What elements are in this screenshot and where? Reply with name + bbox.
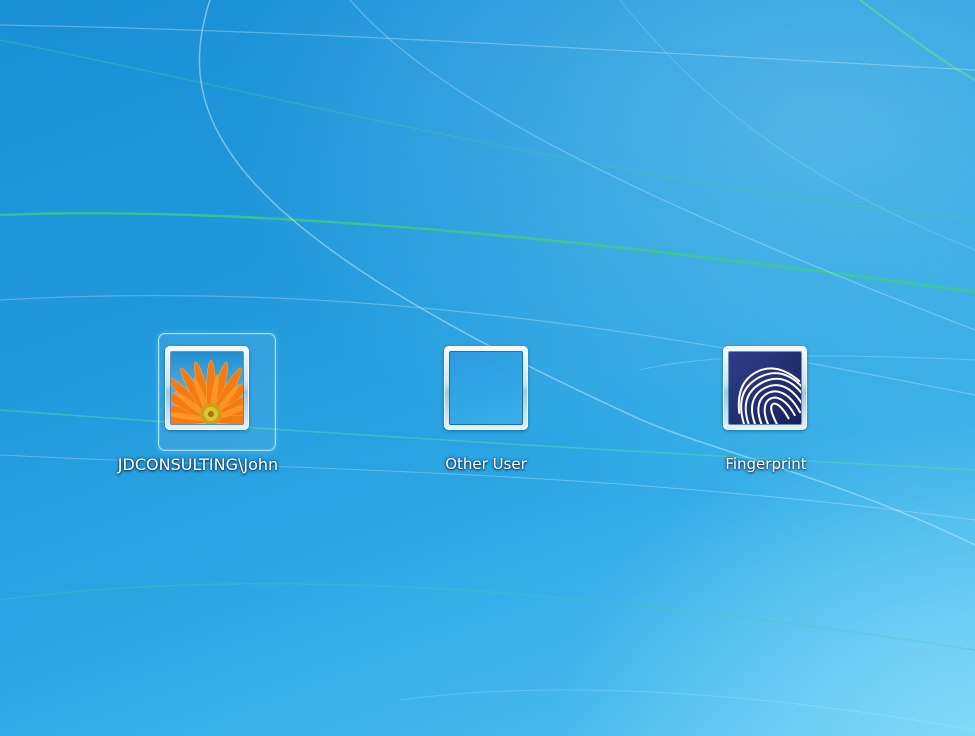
- user-tile-other-user[interactable]: Other User: [391, 333, 581, 483]
- blank-user-picture: [449, 351, 523, 425]
- user-picture-frame[interactable]: [723, 346, 807, 430]
- user-name-label: Other User: [445, 455, 527, 473]
- user-name-label: JDCONSULTING\John: [117, 455, 279, 474]
- fingerprint-icon: [728, 351, 802, 425]
- user-picture-frame[interactable]: [444, 346, 528, 430]
- user-tile-john[interactable]: JDCONSULTING\John: [103, 333, 293, 483]
- user-name-label: Fingerprint: [725, 455, 807, 473]
- user-tile-fingerprint[interactable]: Fingerprint: [671, 333, 861, 483]
- user-picture-frame[interactable]: [165, 346, 249, 430]
- flower-picture: [170, 351, 244, 425]
